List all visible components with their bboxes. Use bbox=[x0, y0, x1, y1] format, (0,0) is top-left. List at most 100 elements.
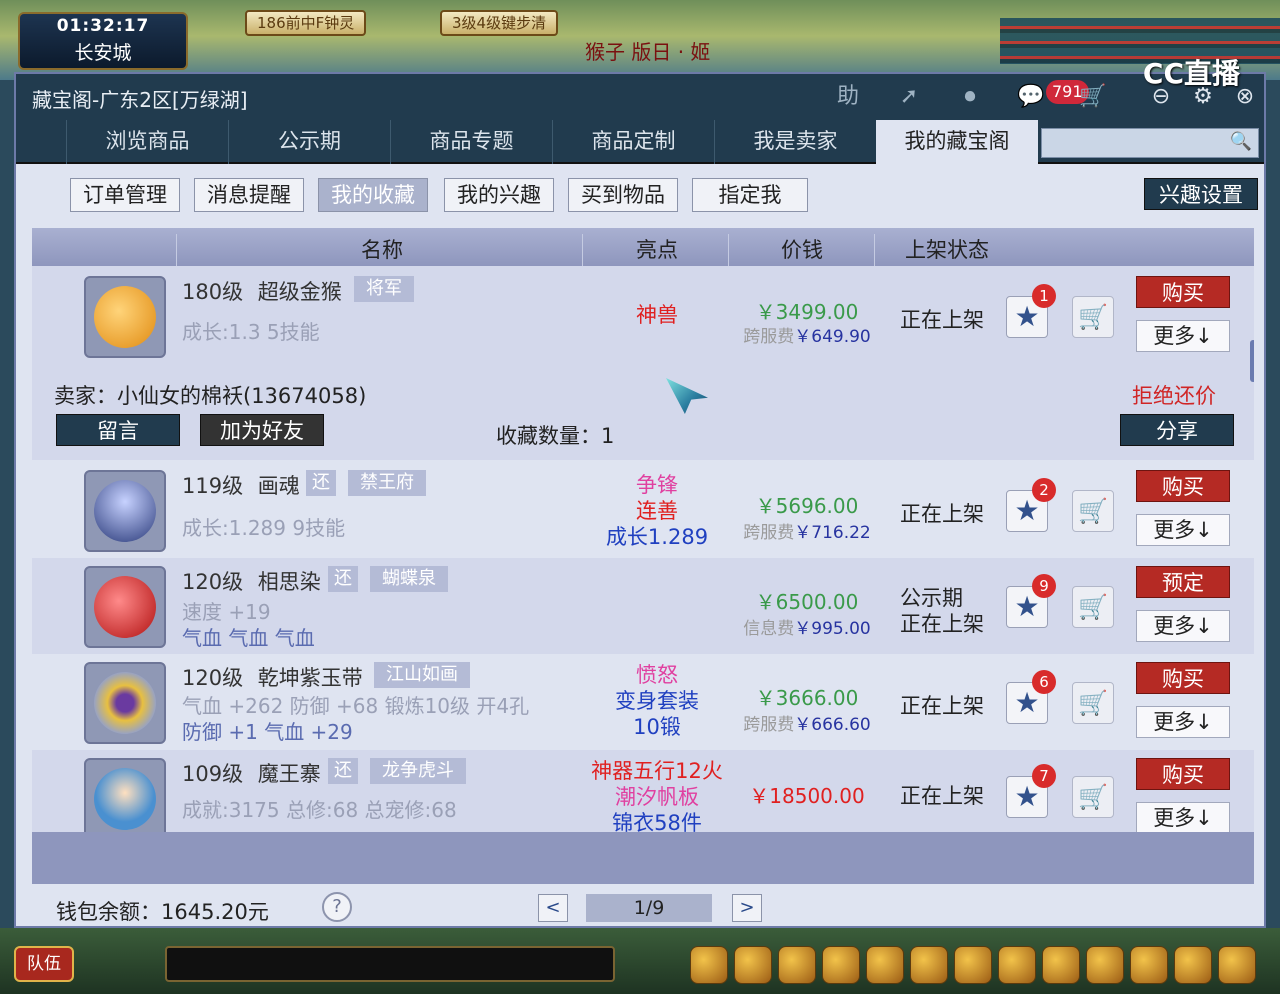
item-highlight: 争锋 bbox=[636, 473, 678, 497]
chat-input[interactable] bbox=[165, 946, 615, 982]
item-thumbnail[interactable] bbox=[84, 276, 166, 358]
item-highlight: 10锻 bbox=[633, 715, 681, 739]
tab-public-period[interactable]: 公示期 bbox=[228, 120, 390, 164]
window-titlebar: 藏宝阁-广东2区[万绿湖] 助 ➚ ⏺ 💬 791 🛒 ⊖ ⚙ ⊗ bbox=[16, 74, 1264, 120]
tab-my-pavilion[interactable]: 我的藏宝阁 bbox=[876, 120, 1038, 164]
item-thumbnail[interactable] bbox=[84, 470, 166, 552]
stop-icon[interactable]: ⏺ bbox=[953, 82, 987, 112]
trade-icon[interactable] bbox=[1130, 946, 1168, 984]
chest-icon[interactable] bbox=[734, 946, 772, 984]
search-icon[interactable]: 🔍 bbox=[1230, 131, 1252, 152]
item-highlight: 神器五行12火 bbox=[591, 759, 723, 783]
cart-icon[interactable]: 🛒 bbox=[1076, 82, 1110, 112]
list-item[interactable]: 119级 画魂 还 禁王府 成长:1.289 9技能 争锋 连善 成长1.289… bbox=[32, 462, 1254, 558]
item-fee: 跨服费￥649.90 bbox=[743, 327, 871, 347]
item-highlight: 变身套装 bbox=[615, 689, 699, 713]
add-to-cart-icon[interactable]: 🛒 bbox=[1072, 296, 1114, 338]
add-to-cart-icon[interactable]: 🛒 bbox=[1072, 490, 1114, 532]
item-detail: 成就:3175 总修:68 总宠修:68 bbox=[182, 798, 457, 822]
tab-browse[interactable]: 浏览商品 bbox=[66, 120, 228, 164]
emote-icon[interactable] bbox=[1174, 946, 1212, 984]
add-to-cart-icon[interactable]: 🛒 bbox=[1072, 586, 1114, 628]
helper-button[interactable]: 助 bbox=[831, 82, 865, 112]
bell-icon[interactable] bbox=[998, 946, 1036, 984]
item-tag: 还 bbox=[328, 758, 358, 784]
item-detail: 速度 +19 bbox=[182, 600, 271, 624]
tab-topics[interactable]: 商品专题 bbox=[390, 120, 552, 164]
buy-button[interactable]: 购买 bbox=[1136, 758, 1230, 790]
more-button[interactable]: 更多↓ bbox=[1136, 706, 1230, 738]
tab-custom[interactable]: 商品定制 bbox=[552, 120, 714, 164]
item-detail: 成长:1.289 9技能 bbox=[182, 516, 346, 540]
buy-button[interactable]: 购买 bbox=[1136, 470, 1230, 502]
chat-bubble-icon[interactable]: 💬 bbox=[1014, 82, 1048, 112]
column-status: 上架状态 bbox=[905, 238, 989, 262]
scrollbar-thumb[interactable] bbox=[1250, 340, 1254, 382]
search-input[interactable]: 🔍 bbox=[1041, 128, 1259, 158]
order-management-button[interactable]: 订单管理 bbox=[70, 178, 180, 212]
game-top-button-1[interactable]: 186前中F钟灵 bbox=[245, 10, 367, 36]
item-tag: 禁王府 bbox=[348, 470, 426, 496]
gang-icon[interactable] bbox=[910, 946, 948, 984]
demon-king-image bbox=[94, 768, 156, 830]
item-thumbnail[interactable] bbox=[84, 662, 166, 744]
item-highlight: 成长1.289 bbox=[605, 525, 709, 549]
list-item[interactable]: 120级 相思染 还 蝴蝶泉 速度 +19 气血 气血 气血 ￥6500.00 … bbox=[32, 558, 1254, 654]
peach-icon[interactable] bbox=[1086, 946, 1124, 984]
item-status: 正在上架 bbox=[900, 308, 984, 332]
my-favorites-button[interactable]: 我的收藏 bbox=[318, 178, 428, 212]
clock-time: 01:32:17 bbox=[56, 16, 150, 36]
list-item[interactable]: 180级 超级金猴 将军 成长:1.3 5技能 神兽 ￥3499.00 跨服费￥… bbox=[32, 266, 1254, 460]
my-interests-button[interactable]: 我的兴趣 bbox=[444, 178, 554, 212]
message-reminder-button[interactable]: 消息提醒 bbox=[194, 178, 304, 212]
quest-icon[interactable] bbox=[954, 946, 992, 984]
add-to-cart-icon[interactable]: 🛒 bbox=[1072, 776, 1114, 818]
more-button[interactable]: 更多↓ bbox=[1136, 802, 1230, 832]
add-friend-button[interactable]: 加为好友 bbox=[200, 414, 324, 446]
jade-belt-image bbox=[94, 672, 156, 734]
cc-live-watermark: CC直播 bbox=[1142, 57, 1240, 90]
leave-message-button[interactable]: 留言 bbox=[56, 414, 180, 446]
item-price: ￥5696.00 bbox=[755, 494, 859, 518]
red-gem-image bbox=[94, 576, 156, 638]
map-icon[interactable] bbox=[1042, 946, 1080, 984]
interest-settings-button[interactable]: 兴趣设置 bbox=[1144, 178, 1258, 210]
add-to-cart-icon[interactable]: 🛒 bbox=[1072, 682, 1114, 724]
buy-button[interactable]: 购买 bbox=[1136, 276, 1230, 308]
weapon-icon[interactable] bbox=[690, 946, 728, 984]
item-price: ￥6500.00 bbox=[755, 590, 859, 614]
item-tag: 龙争虎斗 bbox=[370, 758, 466, 784]
assigned-to-me-button[interactable]: 指定我 bbox=[692, 178, 808, 212]
item-title: 120级 乾坤紫玉带 bbox=[182, 666, 363, 690]
item-title: 119级 画魂 bbox=[182, 474, 300, 498]
item-thumbnail[interactable] bbox=[84, 758, 166, 832]
item-level: 180级 bbox=[182, 280, 244, 304]
next-page-button[interactable]: > bbox=[732, 894, 762, 922]
list-item[interactable]: 109级 魔王寨 还 龙争虎斗 成就:3175 总修:68 总宠修:68 神器五… bbox=[32, 750, 1254, 832]
help-icon[interactable]: ? bbox=[322, 892, 352, 922]
team-button[interactable]: 队伍 bbox=[14, 946, 74, 982]
item-thumbnail[interactable] bbox=[84, 566, 166, 648]
buy-button[interactable]: 购买 bbox=[1136, 662, 1230, 694]
pet-icon[interactable] bbox=[778, 946, 816, 984]
more-button[interactable]: 更多↓ bbox=[1136, 514, 1230, 546]
reserve-button[interactable]: 预定 bbox=[1136, 566, 1230, 598]
share-button[interactable]: 分享 bbox=[1120, 414, 1234, 446]
golden-monkey-image bbox=[94, 286, 156, 348]
settings-icon[interactable] bbox=[1218, 946, 1256, 984]
list-item[interactable]: 120级 乾坤紫玉带 江山如画 气血 +262 防御 +68 锻炼10级 开4孔… bbox=[32, 654, 1254, 750]
table-header: 名称 亮点 价钱 上架状态 bbox=[32, 228, 1254, 272]
item-price: ￥3666.00 bbox=[755, 686, 859, 710]
skill-icon[interactable] bbox=[822, 946, 860, 984]
more-button[interactable]: 更多↓ bbox=[1136, 320, 1230, 352]
team-icon[interactable] bbox=[866, 946, 904, 984]
more-button[interactable]: 更多↓ bbox=[1136, 610, 1230, 642]
purchased-items-button[interactable]: 买到物品 bbox=[568, 178, 678, 212]
tab-seller[interactable]: 我是卖家 bbox=[714, 120, 876, 164]
prev-page-button[interactable]: < bbox=[538, 894, 568, 922]
item-title: 120级 相思染 bbox=[182, 570, 321, 594]
share-arrow-icon[interactable]: ➚ bbox=[892, 82, 926, 112]
game-top-button-2[interactable]: 3级4级键步清 bbox=[440, 10, 559, 36]
window-title: 藏宝阁-广东2区[万绿湖] bbox=[32, 88, 248, 112]
item-highlight: 连善 bbox=[636, 499, 678, 523]
